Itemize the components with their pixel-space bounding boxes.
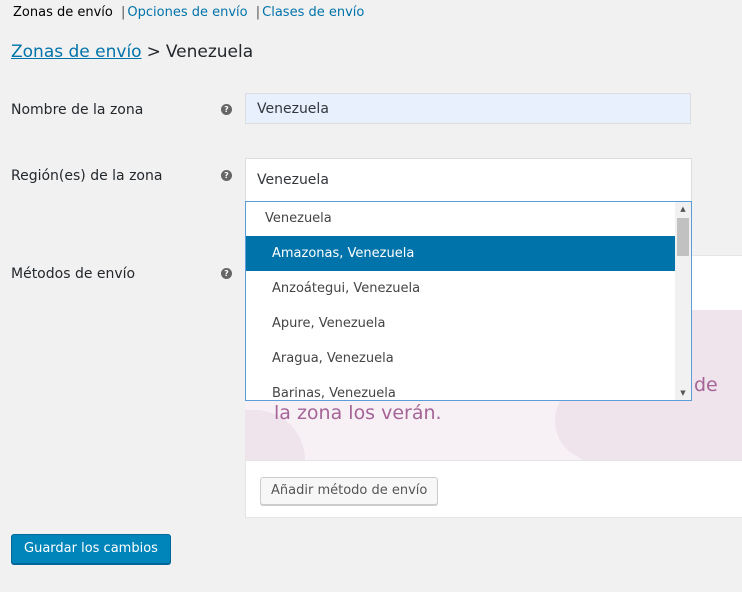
region-option[interactable]: Anzoátegui, Venezuela (246, 271, 675, 306)
subnav-link-shipping-options[interactable]: Opciones de envío (127, 5, 247, 20)
region-dropdown: Venezuela Amazonas, Venezuela Anzoátegui… (245, 201, 692, 401)
zone-regions-label: Región(es) de la zona (11, 168, 163, 184)
help-icon[interactable]: ? (221, 170, 232, 181)
breadcrumb: Zonas de envío > Venezuela (11, 42, 253, 62)
shipping-methods-label: Métodos de envío (11, 266, 136, 282)
save-changes-button[interactable]: Guardar los cambios (11, 534, 171, 564)
scrollbar-thumb[interactable] (677, 218, 689, 256)
subnav-separator: | (255, 5, 261, 20)
region-option[interactable]: Apure, Venezuela (246, 306, 675, 341)
shipping-subnav: Zonas de envío | Opciones de envío | Clase… (13, 5, 364, 20)
zone-regions-select[interactable]: Venezuela (245, 158, 692, 202)
zone-name-input[interactable]: Venezuela (245, 93, 691, 124)
divider (245, 460, 742, 461)
region-option[interactable]: Amazonas, Venezuela (246, 236, 675, 271)
help-icon[interactable]: ? (221, 268, 232, 279)
zone-name-label: Nombre de la zona (11, 102, 144, 118)
page-title: Venezuela (165, 42, 254, 62)
region-option[interactable]: Aragua, Venezuela (246, 341, 675, 376)
add-shipping-method-button[interactable]: Añadir método de envío (260, 477, 439, 505)
scroll-down-arrow-icon[interactable]: ▼ (675, 386, 691, 400)
scroll-up-arrow-icon[interactable]: ▲ (675, 202, 691, 216)
blank-state-text-fragment: de (694, 374, 718, 396)
blank-state-text: la zona los verán. (274, 402, 442, 424)
help-icon[interactable]: ? (221, 104, 232, 115)
subnav-link-shipping-classes[interactable]: Clases de envío (262, 5, 364, 20)
subnav-current-zones: Zonas de envío (13, 5, 113, 20)
subnav-separator: | (121, 5, 126, 20)
breadcrumb-link-zones[interactable]: Zonas de envío (11, 42, 142, 62)
breadcrumb-separator: > (146, 42, 161, 62)
dropdown-scrollbar[interactable]: ▲ ▼ (675, 202, 691, 400)
region-option[interactable]: Barinas, Venezuela (246, 376, 675, 400)
region-search-input[interactable]: Venezuela (246, 202, 691, 236)
